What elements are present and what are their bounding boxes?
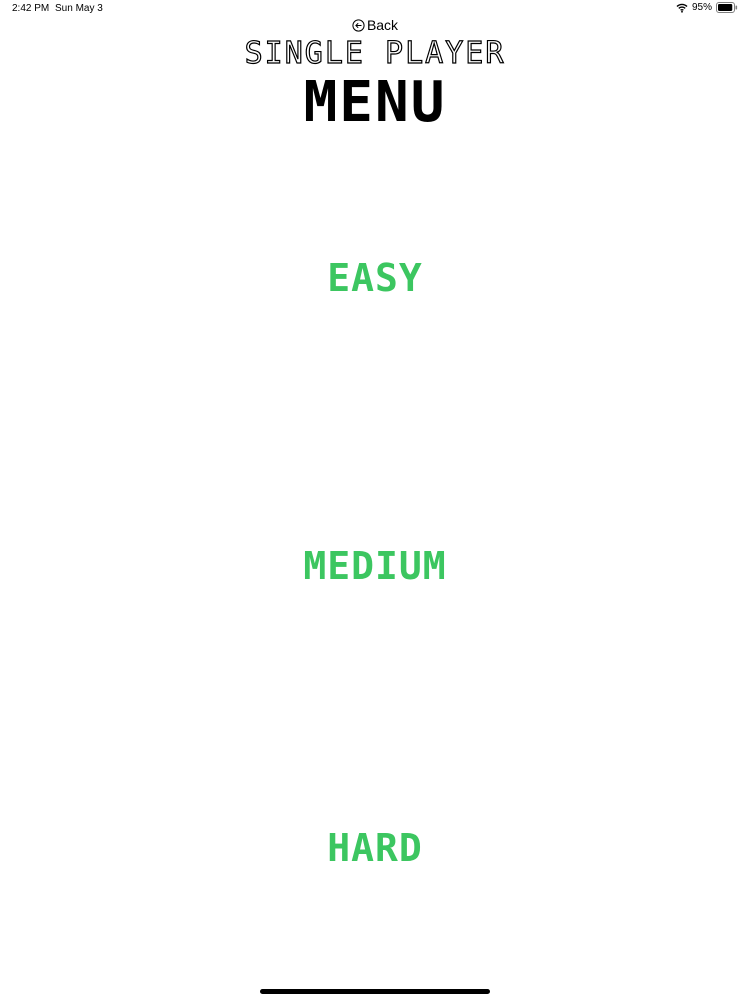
- medium-button[interactable]: MEDIUM: [0, 544, 750, 588]
- wifi-icon: [676, 3, 688, 13]
- status-bar: 2:42 PM Sun May 3 95%: [0, 0, 750, 18]
- status-date: Sun May 3: [55, 3, 103, 14]
- back-label: Back: [366, 17, 399, 33]
- home-indicator[interactable]: [260, 989, 490, 994]
- battery-icon: [716, 2, 738, 13]
- status-time: 2:42 PM: [12, 3, 50, 14]
- page-title-single-player: SINGLE PLAYER: [244, 35, 506, 71]
- status-right-group: 95%: [676, 2, 738, 13]
- hard-button[interactable]: HARD: [0, 826, 750, 870]
- circle-arrow-left-icon: [352, 18, 365, 32]
- back-button[interactable]: Back: [0, 17, 750, 33]
- battery-percent: 95%: [691, 2, 712, 13]
- page-title-menu: MENU: [303, 70, 447, 135]
- easy-button[interactable]: EASY: [0, 256, 750, 300]
